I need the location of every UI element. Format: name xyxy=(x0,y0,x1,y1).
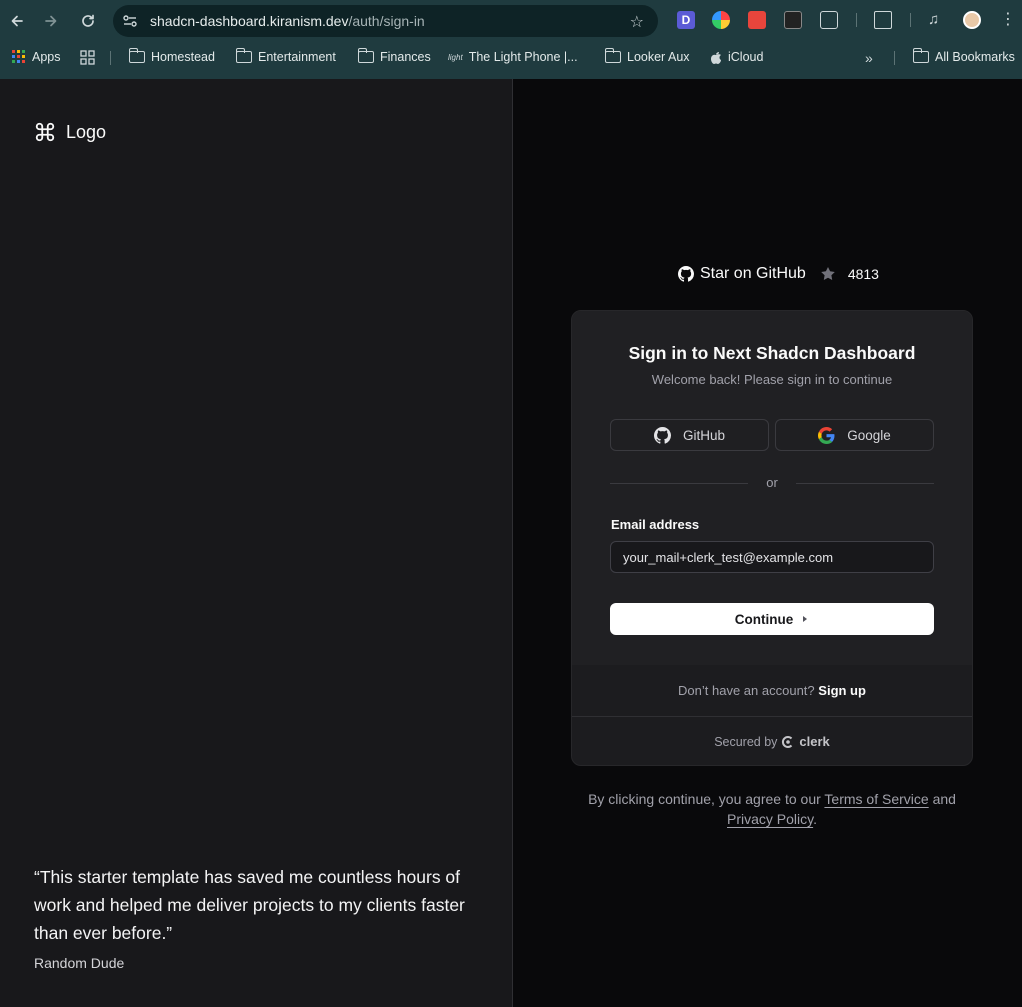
bookmark-finances[interactable]: Finances xyxy=(357,48,431,64)
command-icon xyxy=(35,122,55,142)
bookmark-looker-aux[interactable]: Looker Aux xyxy=(604,48,690,64)
forward-icon[interactable] xyxy=(39,9,63,33)
tab-search-icon[interactable] xyxy=(874,11,892,29)
terms-and: and xyxy=(932,791,956,807)
email-label: Email address xyxy=(611,517,700,532)
google-button-label: Google xyxy=(847,427,891,443)
url-text: shadcn-dashboard.kiranism.dev/auth/sign-… xyxy=(150,13,425,29)
github-star-label: Star on GitHub xyxy=(700,265,806,282)
terms-period: . xyxy=(813,811,817,827)
folder-icon xyxy=(912,48,929,63)
google-icon xyxy=(818,426,835,444)
folder-icon xyxy=(128,48,145,63)
address-bar[interactable]: shadcn-dashboard.kiranism.dev/auth/sign-… xyxy=(113,5,658,37)
bookmarks-bar: Apps Homestead Entertainment Finances li… xyxy=(0,43,1022,73)
apple-icon xyxy=(711,52,721,64)
github-icon xyxy=(653,426,671,444)
caret-right-icon xyxy=(803,616,808,622)
terms-prefix: By clicking continue, you agree to our xyxy=(588,791,821,807)
sign-in-card: Sign in to Next Shadcn Dashboard Welcome… xyxy=(571,310,973,766)
no-account-text: Don’t have an account? xyxy=(678,683,815,698)
bookmark-light-phone[interactable]: light The Light Phone |... xyxy=(448,50,578,64)
clerk-logo-icon xyxy=(782,735,793,748)
bookmark-label: All Bookmarks xyxy=(935,50,1015,64)
browser-chrome: shadcn-dashboard.kiranism.dev/auth/sign-… xyxy=(0,0,1022,79)
bookmark-label: Looker Aux xyxy=(627,50,690,64)
toolbar-separator xyxy=(856,13,857,27)
site-settings-icon[interactable] xyxy=(122,13,138,29)
folder-icon xyxy=(604,48,621,63)
bookmark-label: Homestead xyxy=(151,50,215,64)
terms-of-service-link[interactable]: Terms of Service xyxy=(824,791,928,807)
bookmark-all-bookmarks[interactable]: All Bookmarks xyxy=(912,48,1015,64)
github-star-count: 4813 xyxy=(847,266,879,282)
more-bookmarks-icon[interactable]: » xyxy=(865,50,873,66)
extension-red-icon[interactable] xyxy=(748,11,766,29)
folder-icon xyxy=(235,48,252,63)
extension-m-icon[interactable] xyxy=(784,11,802,29)
extension-d-icon[interactable]: D xyxy=(677,11,695,29)
privacy-policy-link[interactable]: Privacy Policy xyxy=(727,811,813,827)
secured-by-text: Secured by xyxy=(714,734,778,749)
star-icon xyxy=(821,267,835,280)
clerk-wordmark[interactable]: clerk xyxy=(799,734,829,749)
testimonial-author: Random Dude xyxy=(34,955,125,971)
back-icon[interactable] xyxy=(5,9,29,33)
media-control-icon[interactable]: ♫ xyxy=(928,11,946,29)
profile-avatar[interactable] xyxy=(963,11,981,29)
sign-in-title: Sign in to Next Shadcn Dashboard xyxy=(628,343,916,363)
apps-grid-icon xyxy=(12,50,25,63)
bookmark-label: Entertainment xyxy=(258,50,336,64)
bookmark-icloud[interactable]: iCloud xyxy=(710,50,763,64)
email-input[interactable] xyxy=(610,541,934,573)
card-footer-divider xyxy=(572,716,972,717)
bookmark-entertainment[interactable]: Entertainment xyxy=(235,48,336,64)
bookmark-separator xyxy=(110,51,111,65)
bookmark-label: The Light Phone |... xyxy=(468,50,578,64)
bookmark-label: iCloud xyxy=(728,50,764,64)
bookmark-separator xyxy=(894,51,895,65)
sign-in-card-body: Sign in to Next Shadcn Dashboard Welcome… xyxy=(572,311,972,665)
sign-up-prompt: Don’t have an account? Sign up xyxy=(572,683,972,698)
bookmark-label: Finances xyxy=(380,50,431,64)
terms-notice: By clicking continue, you agree to our T… xyxy=(571,789,973,829)
bookmark-apps[interactable]: Apps xyxy=(12,50,61,64)
google-sign-in-button[interactable]: Google xyxy=(775,419,934,451)
bookmark-label: Apps xyxy=(32,50,61,64)
github-icon xyxy=(678,266,694,282)
continue-label: Continue xyxy=(734,611,794,627)
right-panel: Star on GitHub 4813 Sign in to Next Shad… xyxy=(513,79,1022,1007)
continue-button[interactable]: Continue xyxy=(610,603,934,635)
extensions-puzzle-icon[interactable] xyxy=(820,11,838,29)
sign-in-subtitle: Welcome back! Please sign in to continue xyxy=(651,372,893,387)
bookmark-star-icon[interactable]: ☆ xyxy=(630,12,644,32)
left-panel: Logo “This starter template has saved me… xyxy=(0,79,512,1007)
extension-color-icon[interactable] xyxy=(712,11,730,29)
divider-line xyxy=(796,483,934,484)
secured-by-clerk: Secured by clerk xyxy=(572,734,972,749)
bookmark-homestead[interactable]: Homestead xyxy=(128,48,215,64)
github-button-label: GitHub xyxy=(682,427,726,443)
or-divider: or xyxy=(610,475,934,491)
logo-text: Logo xyxy=(66,121,107,142)
folder-icon xyxy=(357,48,374,63)
github-sign-in-button[interactable]: GitHub xyxy=(610,419,769,451)
github-star-link[interactable]: Star on GitHub 4813 xyxy=(678,265,879,283)
more-menu-icon[interactable]: ⋮ xyxy=(1000,11,1016,29)
light-phone-icon: light xyxy=(448,52,463,62)
reload-icon[interactable] xyxy=(76,9,100,33)
browser-toolbar: shadcn-dashboard.kiranism.dev/auth/sign-… xyxy=(0,0,1022,42)
brand-logo[interactable]: Logo xyxy=(34,121,106,143)
toolbar-separator xyxy=(910,13,911,27)
testimonial-quote: “This starter template has saved me coun… xyxy=(34,867,465,943)
sign-up-link[interactable]: Sign up xyxy=(818,683,866,698)
tab-groups-icon[interactable] xyxy=(80,50,95,65)
